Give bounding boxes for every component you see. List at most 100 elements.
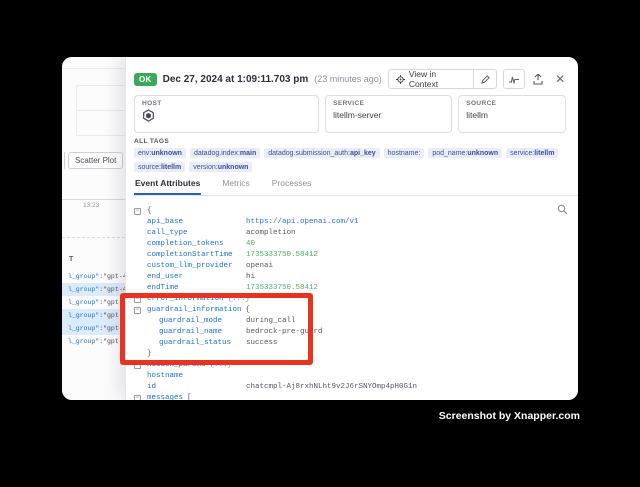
tag-pill[interactable]: datadog.index:main — [190, 148, 260, 158]
tag-key: env: — [138, 150, 151, 157]
host-card[interactable]: HOST — [134, 95, 319, 133]
list-item[interactable]: l_group":"gpt-4o — [62, 322, 125, 335]
tab-processes[interactable]: Processes — [271, 175, 313, 195]
tag-key: service: — [510, 150, 534, 157]
upload-icon — [533, 74, 543, 85]
json-key[interactable]: call_type — [147, 228, 246, 239]
json-value: acompletion — [246, 228, 296, 239]
tag-value: main — [240, 150, 256, 157]
tree-gutter: − — [134, 208, 147, 215]
service-card[interactable]: SERVICE litellm-server — [325, 95, 452, 133]
list-item[interactable]: l_group":"gpt-4o — [62, 309, 125, 322]
scatter-plot-button[interactable]: Scatter Plot — [68, 152, 123, 169]
tab-metrics[interactable]: Metrics — [221, 175, 250, 195]
tab-event-attributes[interactable]: Event Attributes — [134, 175, 201, 195]
watermark-text: Screenshot by Xnapper.com — [439, 410, 580, 422]
red-highlight-annotation — [120, 293, 313, 365]
tag-list: env:unknowndatadog.index:maindatadog.sub… — [134, 148, 566, 172]
json-key[interactable]: end_user — [147, 272, 246, 283]
list-item[interactable]: l_group":"gpt-4o — [62, 283, 125, 296]
json-key: l_group" — [68, 299, 99, 306]
json-value: :"gpt-4o — [99, 273, 125, 280]
event-header: OK Dec 27, 2024 at 1:09:11.703 pm (23 mi… — [134, 69, 568, 89]
tag-value: litellm — [534, 150, 554, 157]
attribute-row: idchatcmpl-Aj8rxhNLht9v2J6rSNYOmp4pH0G1n — [134, 382, 574, 393]
tag-pill[interactable]: datadog.submission_auth:api_key — [264, 148, 379, 158]
attribute-row: completion_tokens40 — [134, 239, 574, 250]
all-tags-label: ALL TAGS — [134, 138, 566, 145]
search-icon[interactable] — [557, 204, 568, 215]
host-card-label: HOST — [142, 100, 311, 107]
tag-pill[interactable]: pod_name:unknown — [428, 148, 502, 158]
chart-axis-tick: 13:23 — [83, 202, 99, 209]
all-tags-section: ALL TAGS env:unknowndatadog.index:mainda… — [134, 138, 566, 172]
source-card-value: litellm — [466, 110, 558, 120]
tag-key: pod_name: — [432, 150, 467, 157]
attribute-row: completionStartTime1735333750.58412 — [134, 250, 574, 261]
attribute-row: custom_llm_provideropenai — [134, 261, 574, 272]
tag-value: api_key — [350, 150, 376, 157]
event-timestamp: Dec 27, 2024 at 1:09:11.703 pm — [163, 74, 309, 85]
divider — [76, 135, 125, 136]
attribute-row: −messages[ — [134, 393, 574, 400]
tag-key: datadog.submission_auth: — [268, 150, 350, 157]
status-badge: OK — [134, 73, 157, 86]
tree-toggle-icon[interactable]: − — [134, 208, 141, 215]
attribute-row: hostname — [134, 371, 574, 382]
divider — [62, 68, 125, 69]
json-key[interactable]: api_base — [147, 217, 246, 228]
tag-pill[interactable]: hostname: — [384, 148, 425, 158]
view-in-context-label: View in Context — [409, 69, 467, 89]
tag-value: unknown — [218, 164, 249, 171]
button-separator — [64, 152, 65, 169]
edit-button[interactable] — [474, 70, 496, 88]
export-button[interactable] — [531, 69, 547, 89]
json-value: chatcmpl-Aj8rxhNLht9v2J6rSNYOmp4pH0G1n — [246, 382, 417, 393]
list-item[interactable]: l_group":"gpt-4o — [62, 335, 125, 348]
divider — [76, 85, 125, 86]
json-key: l_group" — [68, 273, 99, 280]
json-key[interactable]: completion_tokens — [147, 239, 246, 250]
json-key: l_group" — [68, 312, 99, 319]
chart-axis-line — [62, 199, 125, 200]
view-in-context-button[interactable]: View in Context — [389, 70, 474, 88]
tag-pill[interactable]: service:litellm — [506, 148, 558, 158]
source-card[interactable]: SOURCE litellm — [458, 95, 566, 133]
info-cards: HOST SERVICE litellm-server SOURCE litel… — [134, 95, 566, 133]
json-key[interactable]: id — [147, 382, 246, 393]
divider — [76, 110, 125, 111]
chart-dotted-line — [62, 237, 125, 238]
tree-toggle-icon[interactable]: − — [134, 395, 141, 400]
json-value: openai — [246, 261, 273, 272]
list-item[interactable]: l_group":"gpt-4o — [62, 296, 125, 309]
attribute-row: end_userhi — [134, 272, 574, 283]
json-value[interactable]: https://api.openai.com/v1 — [246, 217, 359, 228]
json-key: l_group" — [68, 325, 99, 332]
service-card-label: SERVICE — [333, 100, 444, 107]
attribute-row: call_typeacompletion — [134, 228, 574, 239]
list-column-header: T — [69, 256, 73, 263]
close-button[interactable]: ✕ — [552, 72, 568, 86]
tag-pill[interactable]: source:litellm — [134, 162, 185, 172]
json-brace: { — [147, 206, 152, 217]
json-key[interactable]: completionStartTime — [147, 250, 246, 261]
json-key: l_group" — [68, 338, 99, 345]
tag-key: version: — [193, 164, 218, 171]
json-key[interactable]: messages — [147, 393, 183, 400]
json-key[interactable]: custom_llm_provider — [147, 261, 246, 272]
json-key: l_group" — [68, 286, 99, 293]
event-relative-time: (23 minutes ago) — [314, 74, 382, 84]
background-log-list: l_group":"gpt-4ol_group":"gpt-4ol_group"… — [62, 270, 125, 348]
pencil-icon — [481, 75, 490, 84]
waveform-button[interactable] — [503, 69, 525, 89]
tag-pill[interactable]: env:unknown — [134, 148, 186, 158]
screenshot-stage: Scatter Plot 13:23 T l_group":"gpt-4ol_g… — [0, 0, 640, 487]
list-item[interactable]: l_group":"gpt-4o — [62, 270, 125, 283]
tag-pill[interactable]: version:unknown — [189, 162, 252, 172]
close-icon: ✕ — [555, 72, 565, 86]
tag-key: source: — [138, 164, 161, 171]
json-value: 40 — [246, 239, 255, 250]
json-key[interactable]: hostname — [147, 371, 246, 382]
source-card-label: SOURCE — [466, 100, 558, 107]
attribute-row: api_basehttps://api.openai.com/v1 — [134, 217, 574, 228]
